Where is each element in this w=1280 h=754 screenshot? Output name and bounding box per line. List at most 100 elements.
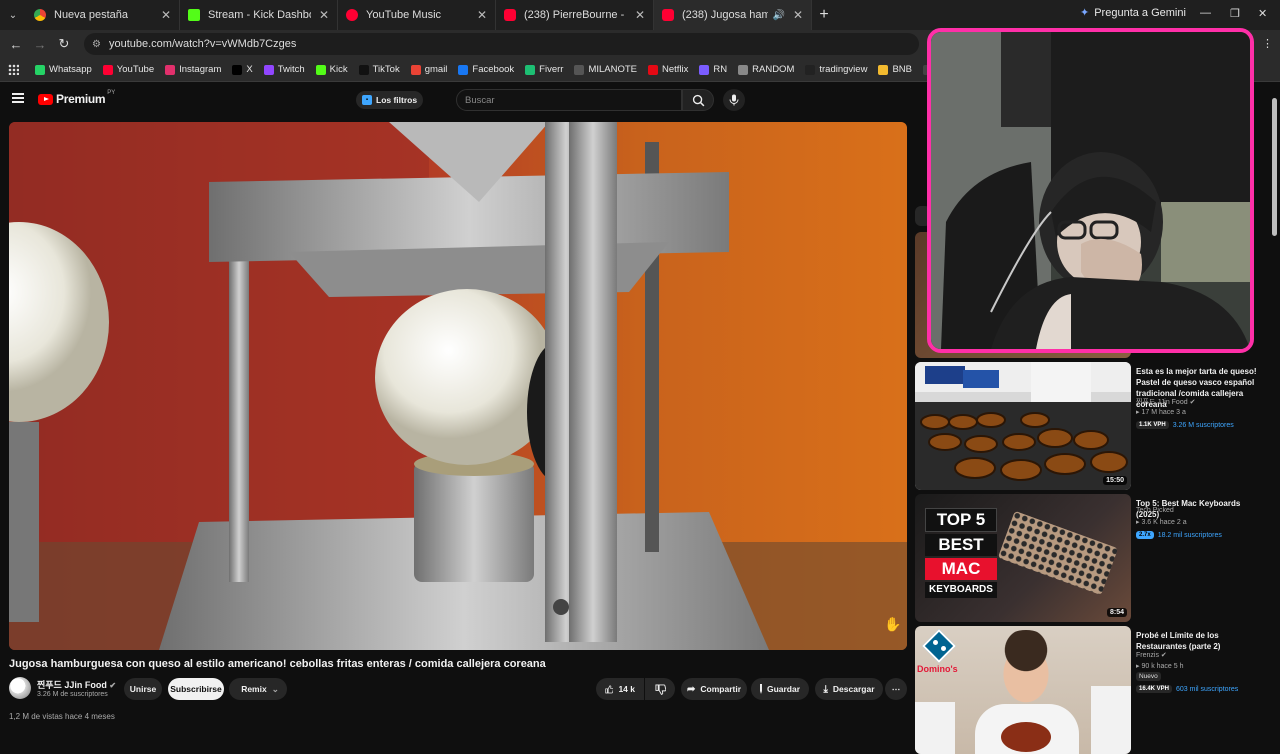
keyboard-image [997, 510, 1119, 596]
video-frame-onion-cutter [9, 122, 907, 650]
recommendation-thumbnail[interactable]: 15:50 [915, 362, 1131, 490]
new-tab-button[interactable]: + [812, 6, 836, 24]
bookmark-tiktok[interactable]: TikTok [358, 64, 400, 75]
recommendation-item[interactable]: 15:50 Esta es la mejor tarta de queso! P… [915, 362, 1275, 490]
close-icon[interactable]: ✕ [793, 8, 803, 22]
apps-grid-icon[interactable] [8, 64, 19, 75]
pizza-box-image [1091, 686, 1131, 754]
join-button[interactable]: Unirse [124, 678, 162, 700]
bookmark-label: BNB [892, 64, 912, 75]
fiverr-icon [525, 64, 536, 75]
channel-name[interactable]: 찐푸드 JJin Food ✔ [37, 678, 116, 691]
reload-icon[interactable]: ↻ [52, 36, 76, 52]
minimize-icon[interactable]: — [1200, 7, 1211, 19]
search-icon [692, 94, 704, 106]
close-window-icon[interactable]: ✕ [1258, 7, 1267, 20]
dislike-button[interactable] [645, 678, 675, 700]
tab-search-button[interactable]: ⌄ [0, 0, 26, 30]
remix-button[interactable]: Remix ⌄ [229, 678, 287, 700]
more-actions-button[interactable]: ⋯ [885, 678, 907, 700]
url-bar[interactable]: ⚙ youtube.com/watch?v=vWMdb7Czges [84, 33, 919, 55]
dominos-wordmark: Domino's [917, 664, 958, 674]
views-icon: ▸ [1136, 519, 1140, 526]
gemini-button[interactable]: ✦ Pregunta a Gemini [1080, 6, 1186, 20]
youtube-icon [102, 64, 113, 75]
forward-icon[interactable]: → [28, 37, 52, 52]
subscribe-button[interactable]: Subscribirse [168, 678, 224, 700]
close-icon[interactable]: ✕ [635, 8, 645, 22]
bookmark-tradingview[interactable]: tradingview [805, 64, 867, 75]
microphone-icon [729, 94, 739, 106]
recommendation-stats: 1.1K VPH 3.26 M suscriptores [1136, 421, 1234, 429]
site-info-icon[interactable]: ⚙ [92, 39, 101, 50]
search-input[interactable]: Buscar [456, 89, 682, 111]
close-icon[interactable]: ✕ [477, 8, 487, 22]
bookmark-facebook[interactable]: Facebook [458, 64, 514, 75]
bookmark-milanote[interactable]: MILANOTE [574, 64, 637, 75]
like-button[interactable]: 14 k [596, 678, 644, 700]
bookmark-netflix[interactable]: Netflix [648, 64, 688, 75]
menu-kebab-icon[interactable]: ⋮ [1262, 37, 1273, 50]
cheesecake-thumbnail-image [915, 362, 1131, 490]
youtube-logo-icon [38, 93, 53, 105]
tab-nueva-pestana[interactable]: Nueva pestaña ✕ [26, 0, 180, 30]
tiktok-icon [358, 64, 369, 75]
channel-text: 찐푸드 JJin Food [1136, 399, 1188, 406]
webcam-video-image [931, 32, 1250, 349]
bookmark-bnb[interactable]: BNB [878, 64, 912, 75]
bookmark-x[interactable]: X [232, 64, 253, 75]
bookmark-instagram[interactable]: Instagram [165, 64, 221, 75]
youtube-premium-logo[interactable]: Premium PY [38, 90, 115, 106]
recommendation-item[interactable]: Domino's Probé el Límite de los Restaura… [915, 626, 1275, 754]
speaker-icon[interactable]: 🔊 [772, 10, 784, 21]
streamer-webcam-overlay [927, 28, 1254, 353]
close-icon[interactable]: ✕ [161, 8, 171, 22]
milanote-icon [574, 64, 585, 75]
download-button[interactable]: ⤓ Descargar [815, 678, 883, 700]
gemini-label: Pregunta a Gemini [1094, 6, 1186, 19]
search-button[interactable] [682, 89, 714, 111]
bookmark-youtube[interactable]: YouTube [102, 64, 155, 75]
tab-jugosa-hamburguesa[interactable]: (238) Jugosa hamburguesa 🔊 ✕ [654, 0, 812, 30]
facebook-icon [458, 64, 469, 75]
recommendation-item[interactable]: TOP 5 BEST MAC KEYBOARDS 8:54 Top 5: Bes… [915, 494, 1275, 622]
back-icon[interactable]: ← [4, 37, 28, 52]
youtube-music-icon [346, 9, 358, 21]
channel-avatar[interactable] [9, 677, 31, 699]
views-icon: ▸ [1136, 409, 1140, 416]
page-scrollbar[interactable] [1271, 86, 1278, 236]
tab-youtube-music[interactable]: YouTube Music ✕ [338, 0, 496, 30]
recommendation-thumbnail[interactable]: Domino's [915, 626, 1131, 754]
tab-kick-dashboard[interactable]: Stream - Kick Dashboard ✕ [180, 0, 338, 30]
save-button[interactable]: Guardar [751, 678, 809, 700]
bookmark-gmail[interactable]: gmail [410, 64, 447, 75]
bookmark-twitch[interactable]: Twitch [263, 64, 305, 75]
share-button[interactable]: ➦ Compartir [681, 678, 747, 700]
hamburger-menu-icon[interactable] [12, 93, 24, 103]
recommendation-thumbnail[interactable]: TOP 5 BEST MAC KEYBOARDS 8:54 [915, 494, 1131, 622]
bookmark-label: YouTube [116, 64, 155, 75]
thumb-text-line: BEST [925, 534, 997, 556]
video-player[interactable] [9, 122, 907, 650]
bookmark-random[interactable]: RANDOM [738, 64, 794, 75]
tab-title: YouTube Music [366, 9, 442, 21]
vph-badge: 2.7x [1136, 531, 1154, 539]
tab-pierrebourne[interactable]: (238) PierreBourne - YouTube ✕ [496, 0, 654, 30]
thumbs-down-icon [654, 683, 666, 695]
bookmark-kick[interactable]: Kick [315, 64, 348, 75]
voice-search-button[interactable] [723, 89, 745, 111]
bookmark-rn[interactable]: RN [699, 64, 727, 75]
filters-button[interactable]: ▪ Los filtros [356, 91, 424, 109]
chevron-down-icon: ⌄ [271, 683, 279, 694]
scrollbar-thumb[interactable] [1272, 98, 1277, 236]
kick-icon [188, 9, 200, 21]
bookmark-label: Instagram [179, 64, 222, 75]
bookmark-fiverr[interactable]: Fiverr [525, 64, 563, 75]
restore-icon[interactable]: ❐ [1230, 7, 1240, 20]
video-title: Jugosa hamburguesa con queso al estilo a… [9, 658, 546, 670]
x-icon [232, 64, 243, 75]
netflix-icon [648, 64, 658, 75]
close-icon[interactable]: ✕ [319, 8, 329, 22]
like-count: 14 k [618, 684, 635, 694]
bookmark-whatsapp[interactable]: Whatsapp [35, 64, 92, 75]
